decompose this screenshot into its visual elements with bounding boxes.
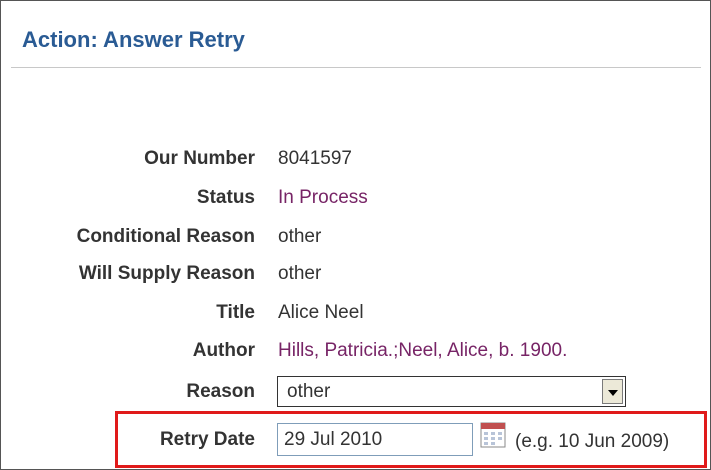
date-format-hint: (e.g. 10 Jun 2009) bbox=[515, 431, 670, 452]
field-row-author: Author Hills, Patricia.;Neel, Alice, b. … bbox=[1, 340, 711, 370]
field-row-status: Status In Process bbox=[1, 187, 711, 217]
field-row-our-number: Our Number 8041597 bbox=[1, 148, 711, 178]
field-value: other bbox=[278, 263, 322, 284]
field-label: Our Number bbox=[144, 148, 255, 169]
reason-label: Reason bbox=[186, 381, 255, 402]
field-value: In Process bbox=[278, 187, 368, 208]
field-row-title: Title Alice Neel bbox=[1, 302, 711, 332]
retry-date-label: Retry Date bbox=[159, 429, 255, 450]
field-label: Status bbox=[196, 187, 255, 208]
calendar-icon[interactable] bbox=[480, 422, 506, 448]
field-value: other bbox=[278, 226, 322, 247]
reason-selected-value: other bbox=[287, 381, 331, 402]
field-label: Title bbox=[216, 302, 255, 323]
reason-select[interactable]: other bbox=[277, 376, 626, 407]
page-frame: Action: Answer Retry Our Number 8041597 … bbox=[0, 0, 711, 470]
chevron-down-icon[interactable] bbox=[602, 379, 623, 404]
page-title: Action: Answer Retry bbox=[22, 27, 245, 52]
header-divider bbox=[11, 67, 701, 68]
retry-date-input[interactable] bbox=[277, 423, 473, 456]
field-label: Conditional Reason bbox=[76, 226, 255, 247]
field-value: Hills, Patricia.;Neel, Alice, b. 1900. bbox=[278, 340, 568, 361]
field-row-conditional-reason: Conditional Reason other bbox=[1, 226, 711, 256]
field-row-will-supply-reason: Will Supply Reason other bbox=[1, 263, 711, 293]
field-value: Alice Neel bbox=[278, 302, 364, 323]
field-label: Author bbox=[192, 340, 255, 361]
field-value: 8041597 bbox=[278, 148, 352, 169]
field-label: Will Supply Reason bbox=[78, 263, 255, 284]
